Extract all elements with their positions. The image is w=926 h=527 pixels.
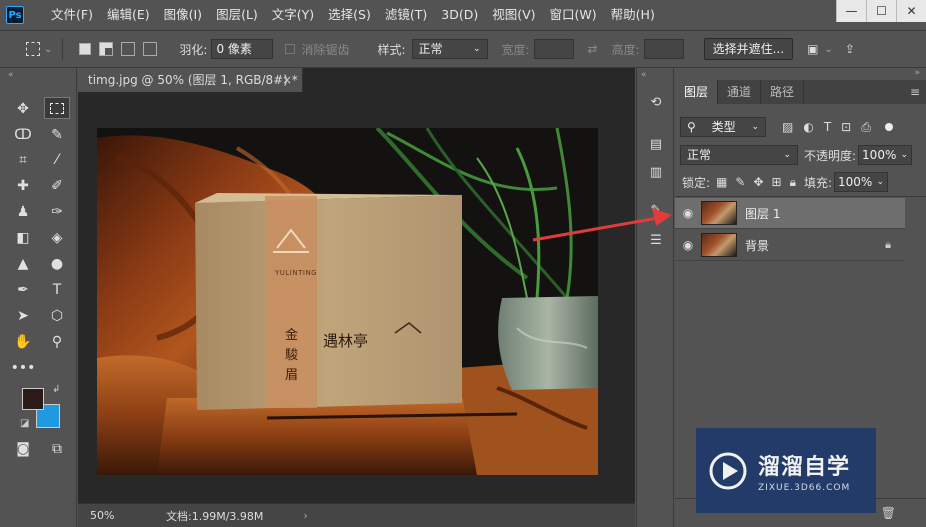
site-watermark: 溜溜自学 ZIXUE.3D66.COM (696, 428, 876, 513)
watermark-url: ZIXUE.3D66.COM (758, 482, 851, 493)
watermark-logo-icon (709, 452, 747, 489)
watermark-title: 溜溜自学 (758, 454, 851, 480)
